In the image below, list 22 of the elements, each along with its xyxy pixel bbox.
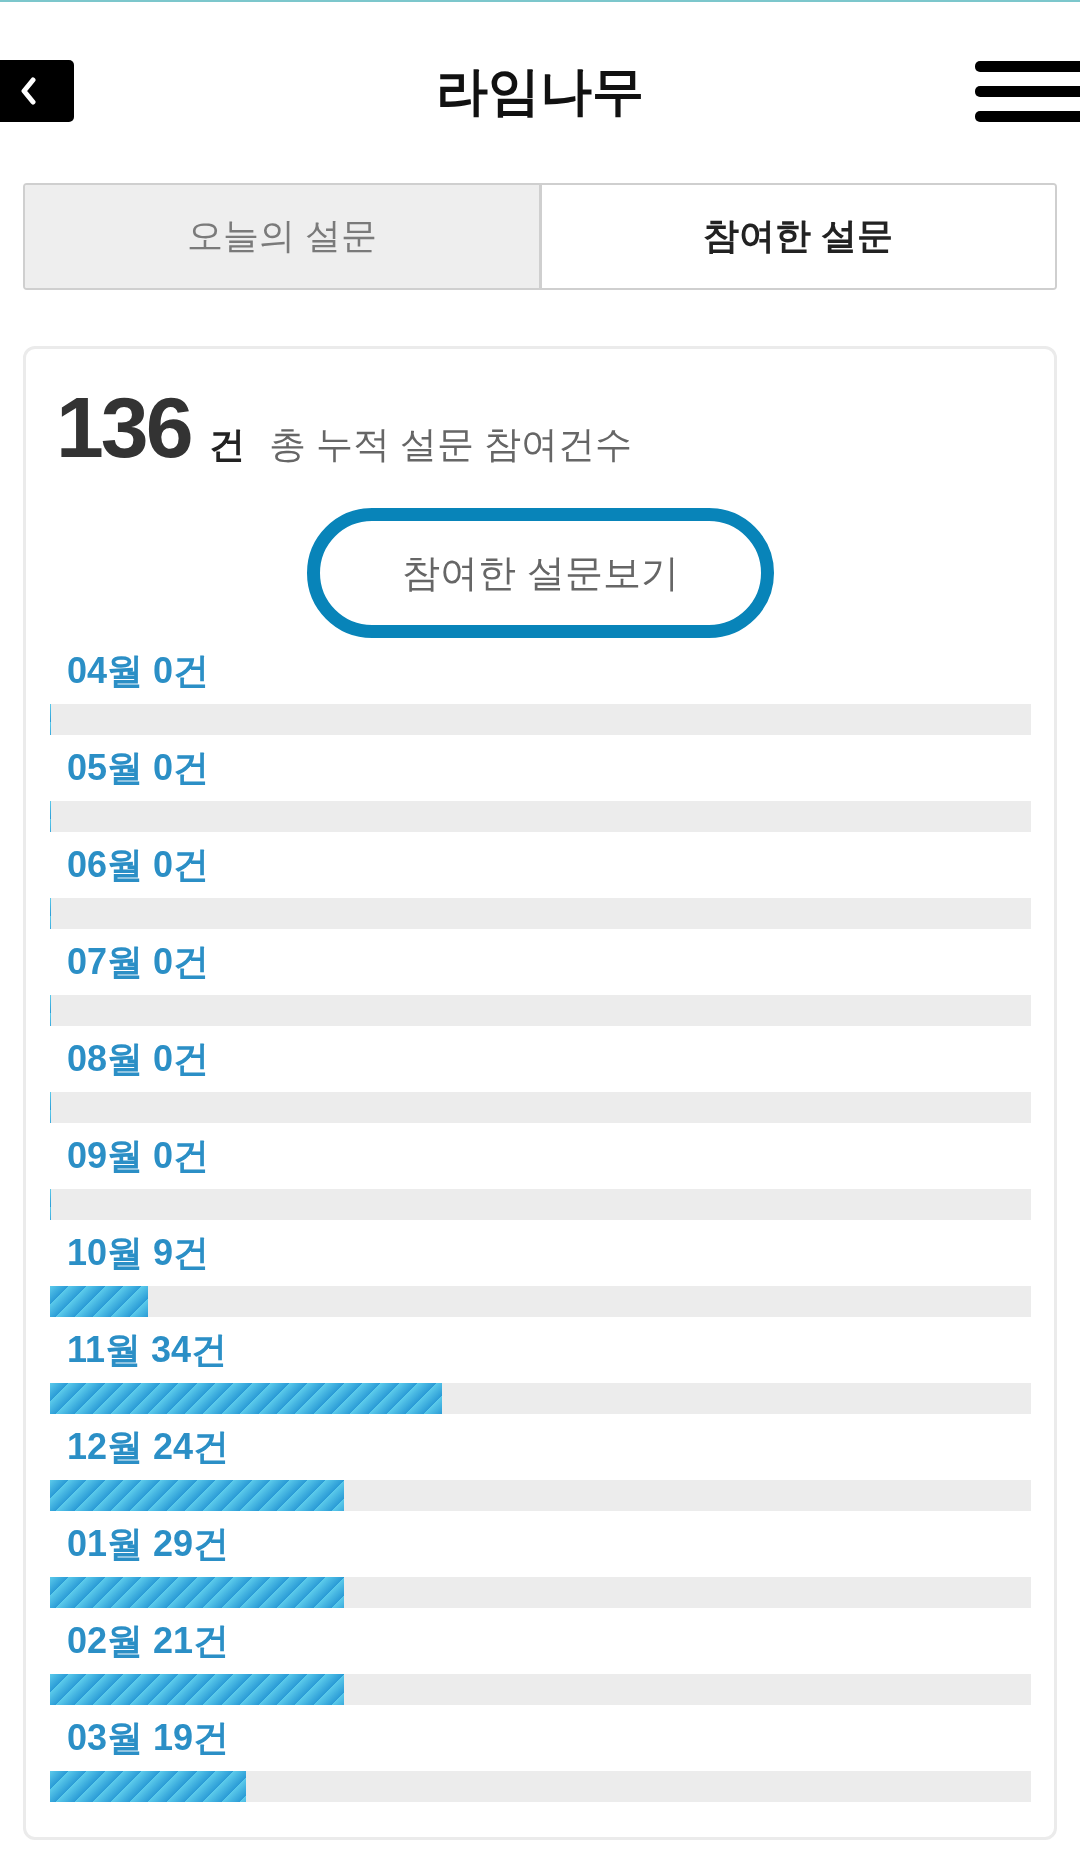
tab[interactable]: 오늘의 설문 <box>25 185 539 288</box>
menu-icon[interactable] <box>975 60 1080 122</box>
month-count-label: 04월 0건 <box>66 649 211 693</box>
month-count-label: 07월 0건 <box>66 940 211 984</box>
count-description: 총 누적 설문 참여건수 <box>268 426 633 463</box>
month-count-label: 05월 0건 <box>66 746 211 790</box>
month-count-label: 03월 19건 <box>66 1716 231 1760</box>
month-count-label: 08월 0건 <box>66 1037 211 1081</box>
month-count-label: 12월 24건 <box>66 1425 231 1469</box>
tab[interactable]: 참여한 설문 <box>538 185 1055 288</box>
month-count-label: 10월 9건 <box>66 1231 211 1275</box>
month-count-label: 01월 29건 <box>66 1522 231 1566</box>
view-surveys-button[interactable]: 참여한 설문보기 <box>307 508 774 638</box>
month-count-label: 11월 34건 <box>66 1328 229 1372</box>
back-button[interactable] <box>0 60 74 122</box>
count-unit: 건 <box>208 427 245 463</box>
month-count-label: 02월 21건 <box>66 1619 231 1663</box>
chevron-left-icon <box>19 77 37 105</box>
month-count-label: 06월 0건 <box>66 843 211 887</box>
month-count-label: 09월 0건 <box>66 1134 211 1178</box>
page-title: 라임나무 <box>436 60 644 122</box>
total-count: 136 <box>56 384 191 470</box>
